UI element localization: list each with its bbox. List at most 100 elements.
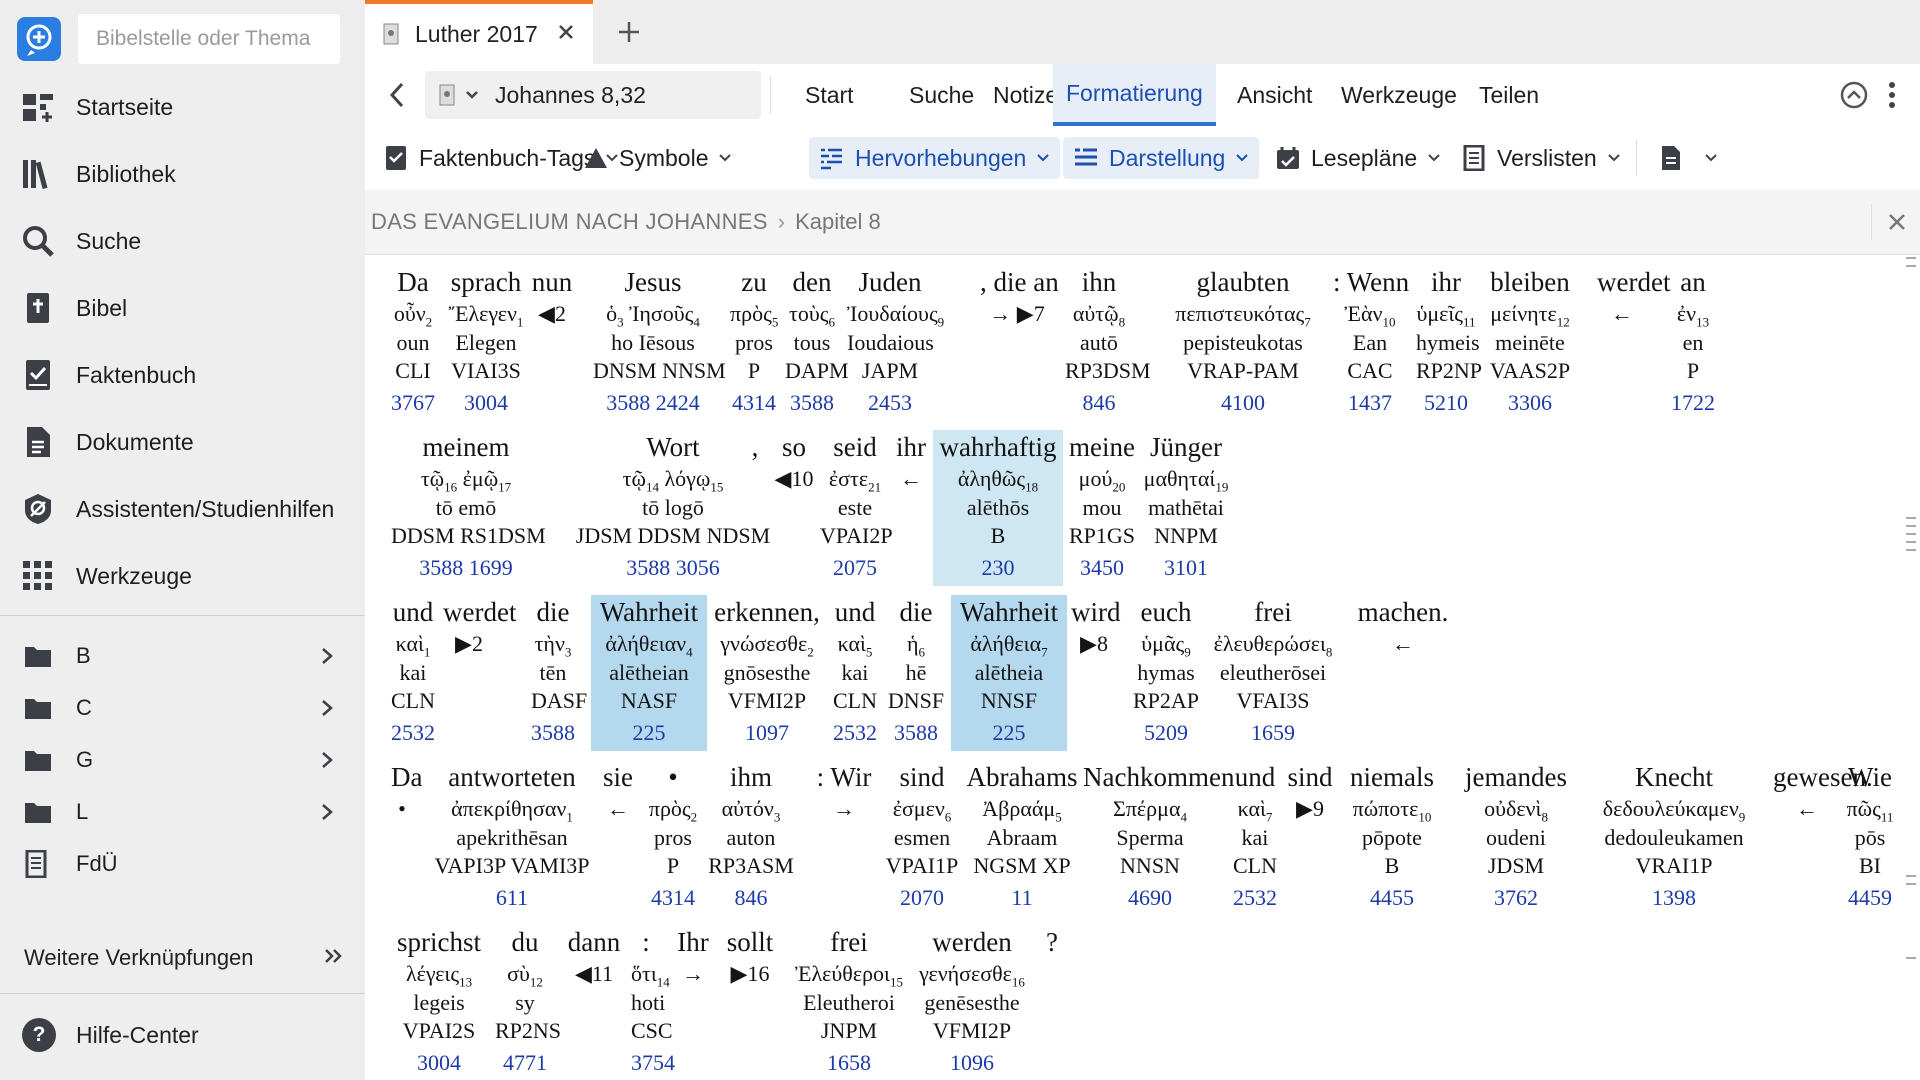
interlinear-word[interactable]: , bbox=[745, 430, 765, 586]
interlinear-word[interactable]: seid ἐστε21 este VPAI2P 2075 bbox=[820, 430, 893, 586]
strongs-number[interactable] bbox=[893, 550, 929, 586]
sidebar-item-dokumente[interactable]: Dokumente bbox=[0, 416, 365, 468]
strongs-number[interactable] bbox=[980, 385, 1054, 421]
help-center-button[interactable]: ? Hilfe-Center bbox=[22, 1014, 199, 1056]
folder-item-c[interactable]: C bbox=[0, 686, 365, 730]
interlinear-word[interactable]: und καὶ1 kai CLN 2532 bbox=[391, 595, 435, 751]
interlinear-word[interactable]: den τοὺς6 tous DAPM 3588 bbox=[785, 265, 849, 421]
interlinear-word[interactable]: frei ἐλευθερώσει8 eleutherōsei VFAI3S 1659 bbox=[1203, 595, 1343, 751]
menu-suche[interactable]: Suche bbox=[895, 64, 988, 126]
strongs-number[interactable] bbox=[1597, 385, 1647, 421]
strongs-number[interactable]: 4459 bbox=[1845, 880, 1895, 916]
strongs-number[interactable]: 1722 bbox=[1668, 385, 1718, 421]
strongs-number[interactable]: 3588 bbox=[887, 715, 945, 751]
interlinear-word[interactable]: antworteten ἀπεκρίθησαν1 apekrithēsan VAPI3… bbox=[419, 760, 605, 916]
folder-item-g[interactable]: G bbox=[0, 738, 365, 782]
folder-item-b[interactable]: B bbox=[0, 634, 365, 678]
interlinear-word[interactable]: ihm αὐτόν3 auton RP3ASM 846 bbox=[701, 760, 801, 916]
strongs-number[interactable]: 1658 bbox=[789, 1045, 909, 1080]
sidebar-item-bibel[interactable]: Bibel bbox=[0, 282, 365, 334]
interlinear-word[interactable]: Da οὖν2 oun CLI 3767 bbox=[391, 265, 435, 421]
strongs-number[interactable]: 11 bbox=[963, 880, 1081, 916]
strongs-number[interactable]: 4314 bbox=[647, 880, 699, 916]
strongs-number[interactable]: 4690 bbox=[1083, 880, 1217, 916]
chevron-right-icon[interactable] bbox=[321, 697, 335, 719]
interlinear-word[interactable]: : Wenn Ἐὰν10 Ean CAC 1437 bbox=[1333, 265, 1409, 421]
interlinear-word[interactable]: • πρὸς2 pros P 4314 bbox=[647, 760, 699, 916]
verse-lists-button[interactable]: Verslisten bbox=[1451, 137, 1631, 179]
interlinear-word[interactable]: werden γενήσεσθε16 genēsesthe VFMI2P 1096 bbox=[913, 925, 1031, 1080]
strongs-number[interactable]: 5209 bbox=[1121, 715, 1211, 751]
strongs-number[interactable] bbox=[530, 385, 574, 421]
interlinear-word[interactable]: dann ◀11 bbox=[561, 925, 627, 1080]
strongs-number[interactable] bbox=[561, 1045, 627, 1080]
strongs-number[interactable]: 2532 bbox=[827, 715, 883, 751]
interlinear-word[interactable]: sollt ▶16 bbox=[715, 925, 785, 1080]
interlinear-word[interactable]: Ihr → bbox=[671, 925, 715, 1080]
strongs-number[interactable]: 2070 bbox=[885, 880, 959, 916]
strongs-number[interactable]: 846 bbox=[701, 880, 801, 916]
interlinear-word[interactable]: zu πρὸς5 pros P 4314 bbox=[730, 265, 778, 421]
reference-text[interactable]: Johannes 8,32 bbox=[495, 82, 646, 109]
strongs-number[interactable]: 3450 bbox=[1067, 550, 1137, 586]
strongs-number[interactable] bbox=[1773, 880, 1841, 916]
sidebar-item-faktenbuch[interactable]: Faktenbuch bbox=[0, 349, 365, 401]
interlinear-word[interactable]: : ὅτι14 hoti CSC 3754 bbox=[631, 925, 675, 1080]
interlinear-word[interactable]: ? bbox=[1037, 925, 1067, 1080]
strongs-number[interactable] bbox=[745, 550, 765, 586]
chevron-right-icon[interactable] bbox=[321, 749, 335, 771]
menu-start[interactable]: Start bbox=[791, 64, 868, 126]
strongs-number[interactable]: 2532 bbox=[391, 715, 435, 751]
strongs-number[interactable] bbox=[593, 880, 643, 916]
strongs-number[interactable] bbox=[1287, 880, 1333, 916]
app-logo-icon[interactable] bbox=[16, 16, 62, 62]
interlinear-word[interactable]: bleiben μείνητε12 meinēte VAAS2P 3306 bbox=[1485, 265, 1575, 421]
close-icon[interactable] bbox=[1871, 204, 1912, 240]
strongs-number[interactable]: 225 bbox=[591, 715, 707, 751]
interlinear-word[interactable]: sind ἐσμεν6 esmen VPAI1P 2070 bbox=[885, 760, 959, 916]
strongs-number[interactable]: 1398 bbox=[1575, 880, 1773, 916]
interlinear-word[interactable]: wahrhaftig ἀληθῶς18 alēthōs B 230 bbox=[933, 430, 1063, 586]
interlinear-word[interactable]: Juden Ἰουδαίους9 Ioudaious JAPM 2453 bbox=[847, 265, 944, 421]
strongs-number[interactable]: 1437 bbox=[1333, 385, 1407, 421]
strongs-number[interactable]: 3101 bbox=[1141, 550, 1231, 586]
strongs-number[interactable]: 3588 bbox=[785, 385, 839, 421]
chevron-right-icon[interactable] bbox=[321, 645, 335, 667]
close-tab-icon[interactable] bbox=[558, 24, 574, 45]
document-options-button[interactable] bbox=[1648, 137, 1728, 179]
strongs-number[interactable]: 3754 bbox=[631, 1045, 675, 1080]
interlinear-word[interactable]: machen. ← bbox=[1338, 595, 1468, 751]
strongs-number[interactable] bbox=[1338, 715, 1468, 751]
reference-box[interactable]: Johannes 8,32 bbox=[425, 71, 761, 119]
collapse-up-icon[interactable] bbox=[1839, 80, 1869, 110]
interlinear-word[interactable]: Abrahams Ἀβραάμ5 Abraam NGSM XP 11 bbox=[963, 760, 1081, 916]
interlinear-word[interactable]: sind ▶9 bbox=[1287, 760, 1333, 916]
interlinear-word[interactable]: Nachkommen Σπέρμα4 Sperma NNSN 4690 bbox=[1083, 760, 1234, 916]
strongs-number[interactable]: 3588 1699 bbox=[391, 550, 541, 586]
interlinear-word[interactable]: Da • bbox=[391, 760, 422, 916]
strongs-number[interactable]: 846 bbox=[1065, 385, 1133, 421]
interlinear-word[interactable]: nun ◀2 bbox=[530, 265, 574, 421]
interlinear-word[interactable]: Jünger μαθηταί19 mathētai NNPM 3101 bbox=[1141, 430, 1231, 586]
strongs-number[interactable] bbox=[805, 880, 883, 916]
add-tab-icon[interactable] bbox=[611, 14, 647, 50]
interlinear-word[interactable]: frei Ἐλεύθεροι15 Eleutheroi JNPM 1658 bbox=[789, 925, 909, 1080]
strongs-number[interactable]: 3306 bbox=[1485, 385, 1575, 421]
menu-formatierung[interactable]: Formatierung bbox=[1053, 64, 1216, 126]
strongs-number[interactable]: 1096 bbox=[913, 1045, 1031, 1080]
strongs-number[interactable]: 5210 bbox=[1416, 385, 1476, 421]
strongs-number[interactable]: 2075 bbox=[820, 550, 890, 586]
display-button[interactable]: Darstellung bbox=[1063, 137, 1260, 179]
interlinear-word[interactable]: sprach Ἔλεγεν1 Elegen VIAI3S 3004 bbox=[443, 265, 529, 421]
interlinear-word[interactable]: Knecht δεδουλεύκαμεν9 dedouleukamen VRAI1P 1… bbox=[1575, 760, 1773, 916]
sidebar-item-bibliothek[interactable]: Bibliothek bbox=[0, 148, 365, 200]
menu-ansicht[interactable]: Ansicht bbox=[1223, 64, 1326, 126]
interlinear-word[interactable]: wird ▶8 bbox=[1071, 595, 1121, 751]
interlinear-word[interactable]: niemals πώποτε10 pōpote B 4455 bbox=[1337, 760, 1447, 916]
strongs-number[interactable] bbox=[1071, 715, 1117, 751]
symbols-button[interactable]: Symbole bbox=[573, 137, 742, 179]
interlinear-word[interactable]: erkennen, γνώσεσθε2 gnōsesthe VFMI2P 1097 bbox=[709, 595, 825, 751]
folder-item-l[interactable]: L bbox=[0, 790, 365, 834]
more-options-icon[interactable] bbox=[1887, 78, 1897, 112]
sidebar-item-suche[interactable]: Suche bbox=[0, 215, 365, 267]
